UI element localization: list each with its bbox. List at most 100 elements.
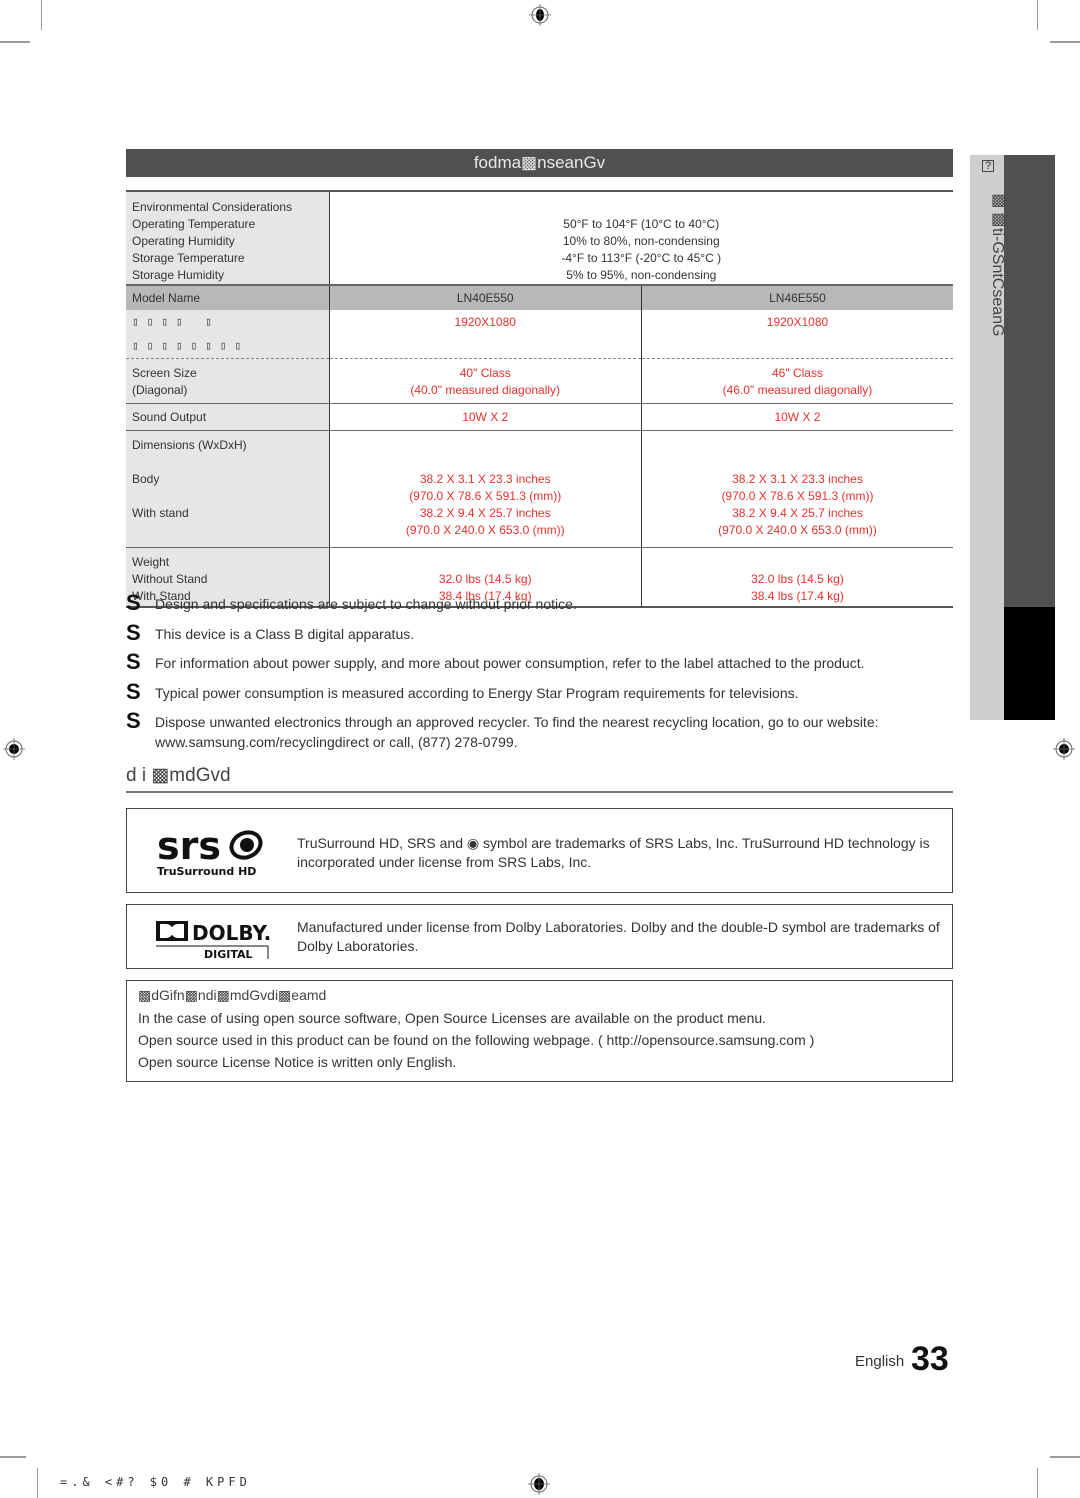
note-bullet-icon: S — [126, 649, 141, 674]
screen-class: 46" Class — [772, 366, 823, 380]
side-tab-block — [1004, 155, 1055, 607]
table-row: Model Name LN40E550 LN46E550 — [126, 284, 953, 310]
body-dim-mm: (970.0 X 78.6 X 591.3 (mm)) — [721, 489, 874, 503]
srs-licence-box: srs TruSurround HD TruSurround HD, SRS a… — [126, 808, 953, 893]
model-label: Model Name — [126, 284, 330, 310]
sound-label: Sound Output — [126, 403, 330, 431]
section-header: fodma▩nseanGv — [126, 149, 953, 177]
side-tab-number: ? — [982, 160, 994, 172]
body-dim-in: 38.2 X 3.1 X 23.3 inches — [419, 472, 551, 486]
note-bullet-icon: S — [126, 590, 141, 615]
note-text: This device is a Class B digital apparat… — [155, 625, 415, 642]
dolby-licence-text: Manufactured under license from Dolby La… — [297, 919, 940, 954]
registration-mark-icon — [3, 738, 25, 760]
stand-dim-mm: (970.0 X 240.0 X 653.0 (mm)) — [405, 523, 565, 537]
screen-size-sublabel: (Diagonal) — [132, 383, 188, 397]
dimensions-label: Dimensions (WxDxH) — [132, 438, 247, 452]
footer-code: =.& <#? $0 # KPFD — [60, 1475, 251, 1489]
screen-measured: (40.0" measured diagonally) — [410, 383, 561, 397]
notes-list: S Design and specifications are subject … — [126, 592, 956, 760]
stand-dim-in: 38.2 X 9.4 X 25.7 inches — [732, 506, 863, 520]
env-value: 10% to 80%, non-condensing — [562, 234, 720, 248]
env-label: Operating Humidity — [132, 234, 235, 248]
env-value: 50°F to 104°F (10°C to 40°C) — [563, 217, 720, 231]
env-label: Storage Humidity — [132, 268, 225, 282]
dolby-licence-box: DOLBY. DIGITAL Manufactured under licens… — [126, 904, 953, 969]
srs-licence-text: TruSurround HD, SRS and ◉ symbol are tra… — [297, 835, 930, 870]
env-label: Operating Temperature — [132, 217, 256, 231]
screen-size-label: Screen Size — [132, 366, 197, 380]
crop-mark — [0, 41, 30, 43]
note-text: Design and specifications are subject to… — [155, 596, 577, 612]
srs-logo-sub: TruSurround HD — [157, 865, 256, 878]
side-tab-active-block — [1004, 607, 1055, 720]
model-name: LN46E550 — [641, 284, 953, 310]
crop-mark — [1037, 0, 1038, 30]
crop-mark — [37, 1468, 38, 1498]
side-tab-label: ▩▩ti-GSntCseanG — [989, 190, 1006, 337]
open-source-box: ▩dGifn▩ndi▩mdGvdi▩eamd In the case of us… — [126, 980, 953, 1082]
note-item: S For information about power supply, an… — [126, 651, 956, 673]
open-source-line: Open source License Notice is written on… — [138, 1054, 457, 1070]
sound-value: 10W X 2 — [641, 403, 953, 431]
table-row: Environmental Considerations Operating T… — [126, 190, 953, 285]
weight-label: Weight — [132, 555, 170, 569]
table-row: Dimensions (WxDxH) Body With stand 38.2 … — [126, 430, 953, 548]
weight-without: 32.0 lbs (14.5 kg) — [438, 572, 532, 586]
registration-mark-icon — [529, 4, 551, 26]
dolby-logo-sub: DIGITAL — [204, 948, 253, 961]
resolution-value: 1920X1080 — [329, 310, 642, 359]
note-text: For information about power supply, and … — [155, 655, 865, 671]
registration-mark-icon — [1053, 738, 1075, 760]
table-row: Sound Output 10W X 2 10W X 2 — [126, 403, 953, 431]
resolution-label: ▯▯▯▯ ▯ ▯▯▯▯▯▯▯▯ — [126, 310, 330, 359]
note-item: S This device is a Class B digital appar… — [126, 619, 956, 645]
dolby-logo-text: DOLBY. — [192, 921, 271, 945]
body-dim-mm: (970.0 X 78.6 X 591.3 (mm)) — [409, 489, 562, 503]
env-value — [336, 199, 948, 216]
stand-dim-in: 38.2 X 9.4 X 25.7 inches — [419, 506, 551, 520]
page-number: 33 — [911, 1340, 949, 1378]
resolution-value: 1920X1080 — [766, 315, 829, 329]
note-bullet-icon: S — [126, 708, 141, 733]
crop-mark — [1050, 1456, 1080, 1458]
crop-mark — [0, 1456, 26, 1458]
open-source-title: ▩dGifn▩ndi▩mdGvdi▩eamd — [138, 987, 327, 1003]
without-stand-label: Without Stand — [132, 572, 208, 586]
body-dim-in: 38.2 X 3.1 X 23.3 inches — [732, 472, 863, 486]
note-text: Dispose unwanted electronics through an … — [155, 714, 879, 750]
screen-measured: (46.0" measured diagonally) — [722, 383, 873, 397]
divider — [126, 791, 953, 793]
open-source-line: Open source used in this product can be … — [138, 1032, 815, 1048]
table-row: ▯▯▯▯ ▯ ▯▯▯▯▯▯▯▯ 1920X1080 1920X1080 — [126, 310, 953, 359]
crop-mark — [1050, 41, 1080, 43]
crop-mark — [41, 0, 42, 30]
dolby-logo-icon: DOLBY. DIGITAL — [156, 921, 271, 961]
licence-heading: d i ▩mdGvd — [126, 765, 231, 786]
env-label: Storage Temperature — [132, 251, 245, 265]
table-row: Screen Size (Diagonal) 40" Class (40.0" … — [126, 358, 953, 404]
srs-logo-text: srs — [157, 824, 221, 868]
model-name: LN40E550 — [329, 284, 642, 310]
env-value: -4°F to 113°F (-20°C to 45°C ) — [561, 251, 722, 265]
body-label: Body — [132, 472, 160, 486]
stand-label: With stand — [132, 506, 189, 520]
spec-table: Environmental Considerations Operating T… — [126, 190, 953, 608]
srs-logo-icon: srs TruSurround HD — [157, 824, 263, 878]
env-value: 5% to 95%, non-condensing — [566, 268, 717, 282]
note-item: S Typical power consumption is measured … — [126, 678, 956, 704]
sound-value: 10W X 2 — [329, 403, 642, 431]
note-bullet-icon: S — [126, 678, 141, 704]
screen-class: 40" Class — [459, 366, 511, 380]
stand-dim-mm: (970.0 X 240.0 X 653.0 (mm)) — [718, 523, 877, 537]
note-text: Typical power consumption is measured ac… — [155, 684, 799, 701]
crop-mark — [1037, 1468, 1038, 1498]
note-item: S Dispose unwanted electronics through a… — [126, 710, 956, 752]
weight-without: 32.0 lbs (14.5 kg) — [751, 572, 844, 586]
page-language: English — [855, 1353, 905, 1370]
env-label: Environmental Considerations — [132, 200, 293, 214]
note-bullet-icon: S — [126, 619, 141, 645]
open-source-line: In the case of using open source softwar… — [138, 1010, 767, 1026]
registration-mark-icon — [528, 1473, 550, 1495]
note-item: S Design and specifications are subject … — [126, 592, 956, 614]
